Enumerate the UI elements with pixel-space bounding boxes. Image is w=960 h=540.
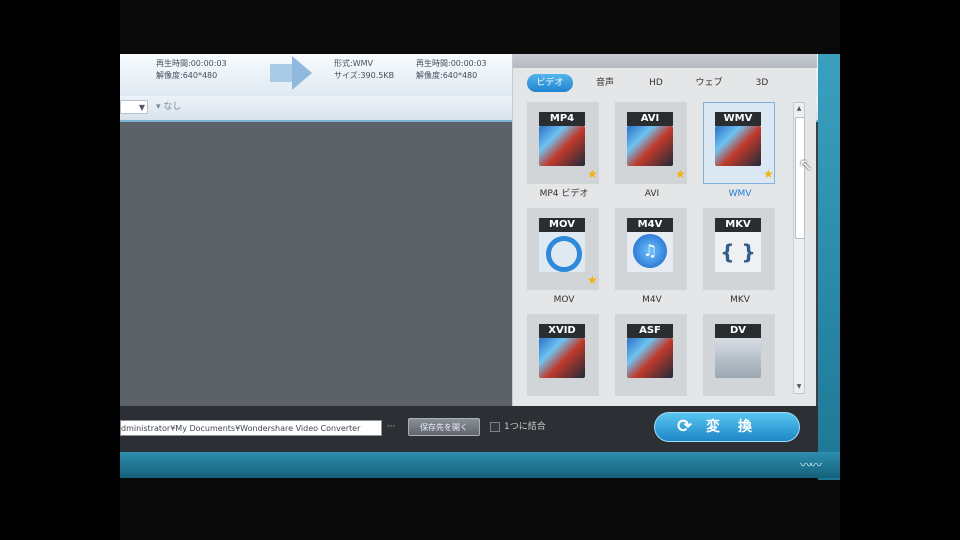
matroska-icon: { }: [715, 232, 761, 272]
format-panel: ビデオ 音声 HD ウェブ 3D MP4 ★ MP4 ビデオ AVI ★ AVI: [512, 54, 817, 406]
format-caption: WMV: [728, 189, 752, 199]
format-caption: MP4 ビデオ: [539, 189, 589, 199]
format-mp4[interactable]: MP4 ★ MP4 ビデオ: [525, 102, 599, 202]
subtitle-select[interactable]: ▾ なし: [156, 100, 181, 114]
format-badge: DV: [715, 324, 761, 338]
tab-web[interactable]: ウェブ: [687, 74, 731, 92]
tab-audio[interactable]: 音声: [585, 74, 625, 92]
desktop-edge-right: [818, 54, 840, 480]
format-badge: MP4: [539, 112, 585, 126]
target-resolution: 解像度:640*480: [416, 71, 478, 80]
film-icon: [715, 126, 761, 166]
target-format: 形式:WMV: [334, 59, 373, 68]
quicktime-icon: [539, 232, 585, 272]
format-dv[interactable]: DV: [701, 314, 775, 414]
scroll-thumb[interactable]: [795, 117, 805, 239]
scroll-down-icon[interactable]: ▼: [795, 382, 803, 392]
panel-header: [513, 54, 817, 68]
target-duration: 再生時間:00:00:03: [416, 59, 487, 68]
merge-checkbox[interactable]: [490, 422, 500, 432]
mouse-cursor-icon: ↖: [799, 155, 813, 174]
desktop-edge-bottom: [120, 452, 840, 478]
arrow-body: [270, 64, 292, 82]
format-badge: MKV: [715, 218, 761, 232]
format-badge: XVID: [539, 324, 585, 338]
film-icon: [539, 126, 585, 166]
scroll-up-icon[interactable]: ▲: [795, 104, 803, 114]
format-caption: M4V: [642, 295, 662, 305]
format-m4v[interactable]: M4V M4V: [613, 208, 687, 308]
format-scrollbar[interactable]: ▲ ▼: [793, 102, 805, 394]
video-preview: [120, 122, 512, 414]
target-size: サイズ:390.5KB: [334, 71, 395, 80]
format-grid: MP4 ★ MP4 ビデオ AVI ★ AVI WMV ★ WMV MOV ★ …: [525, 102, 785, 398]
tab-3d[interactable]: 3D: [747, 74, 777, 92]
format-caption: MKV: [730, 295, 750, 305]
camcorder-icon: [715, 338, 761, 378]
convert-button[interactable]: ⟳ 変換: [654, 412, 800, 442]
format-badge: M4V: [627, 218, 673, 232]
subtitle-label: なし: [163, 102, 182, 112]
convert-arrow-icon: [292, 56, 312, 90]
format-avi[interactable]: AVI ★ AVI: [613, 102, 687, 202]
refresh-icon: ⟳: [677, 416, 693, 437]
itunes-icon: [627, 232, 673, 272]
output-path-field[interactable]: dministrator¥My Documents¥Wondershare Vi…: [120, 420, 382, 436]
audio-dropdown[interactable]: ▼: [120, 100, 148, 114]
format-caption: MOV: [553, 295, 575, 305]
open-folder-button[interactable]: 保存先を開く: [408, 418, 480, 436]
format-mov[interactable]: MOV ★ MOV: [525, 208, 599, 308]
film-icon: [539, 338, 585, 378]
format-xvid[interactable]: XVID: [525, 314, 599, 414]
star-icon: ★: [763, 167, 774, 181]
browse-button[interactable]: ···: [384, 420, 398, 436]
format-tabs: ビデオ 音声 HD ウェブ 3D: [527, 74, 797, 94]
film-icon: [627, 126, 673, 166]
source-resolution: 解像度:640*480: [156, 71, 218, 80]
format-badge: ASF: [627, 324, 673, 338]
convert-label: 変換: [706, 419, 770, 435]
format-mkv[interactable]: MKV { } MKV: [701, 208, 775, 308]
format-badge: WMV: [715, 112, 761, 126]
format-badge: MOV: [539, 218, 585, 232]
star-icon: ★: [675, 167, 686, 181]
star-icon: ★: [587, 167, 598, 181]
star-icon: ★: [587, 273, 598, 287]
source-duration: 再生時間:00:00:03: [156, 59, 227, 68]
format-caption: AVI: [644, 189, 660, 199]
wondershare-logo-icon: 〰〰: [800, 458, 822, 472]
tab-video[interactable]: ビデオ: [527, 74, 573, 92]
tab-hd[interactable]: HD: [641, 74, 671, 92]
converter-window: 再生時間:00:00:03 解像度:640*480 形式:WMV サイズ:390…: [120, 54, 818, 454]
merge-label: 1つに結合: [504, 422, 546, 432]
film-icon: [627, 338, 673, 378]
format-badge: AVI: [627, 112, 673, 126]
format-asf[interactable]: ASF: [613, 314, 687, 414]
format-wmv[interactable]: WMV ★ WMV: [701, 102, 775, 202]
